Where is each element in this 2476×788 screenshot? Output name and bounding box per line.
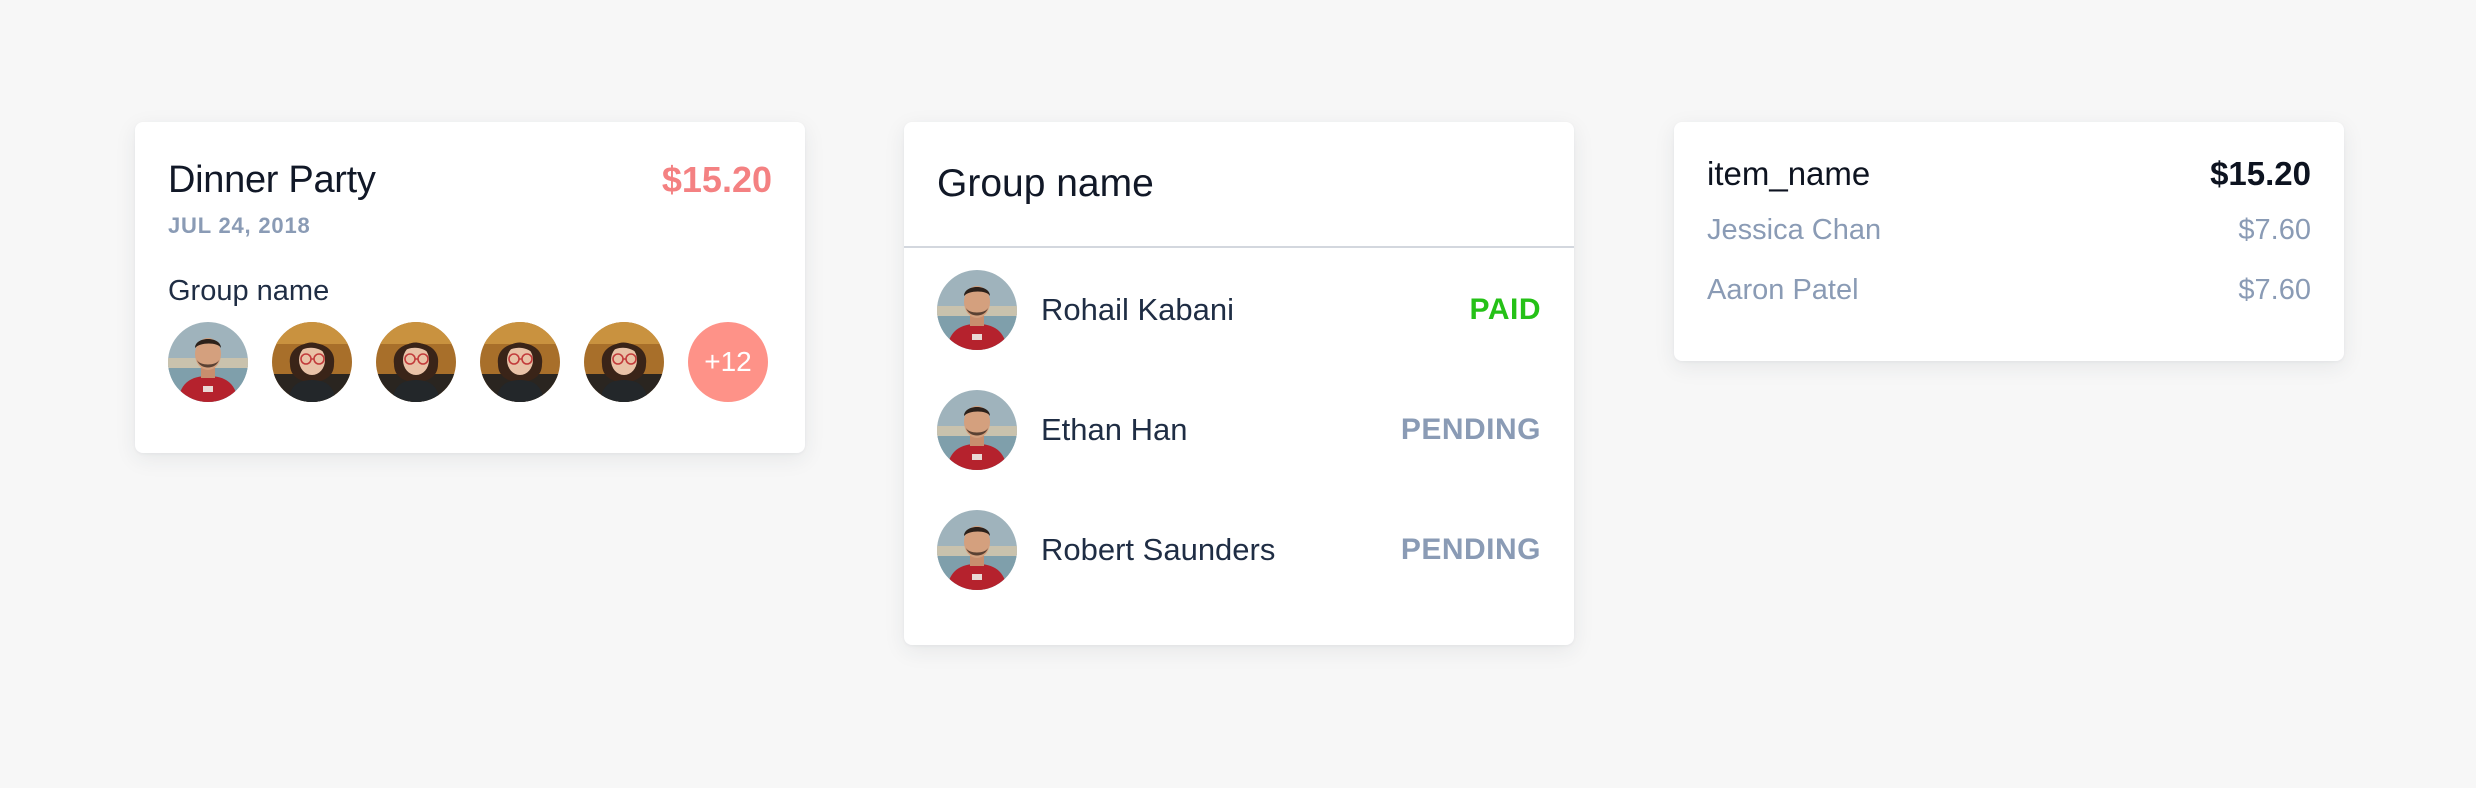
event-amount: $15.20 [661, 159, 772, 200]
event-date: JUL 24, 2018 [168, 213, 311, 238]
split-person-name: Jessica Chan [1707, 213, 1882, 246]
group-label: Group name [168, 275, 330, 307]
member-row[interactable]: Ethan Han PENDING [904, 370, 1574, 490]
woman-avatar[interactable] [480, 322, 560, 402]
status-badge: PENDING [1400, 413, 1541, 446]
member-name: Rohail Kabani [1041, 292, 1235, 327]
group-members-card: Group name Rohail Kabani PAID Ethan Han … [904, 122, 1574, 645]
man-avatar[interactable] [168, 322, 248, 402]
man-avatar [937, 510, 1017, 590]
member-list: Rohail Kabani PAID Ethan Han PENDING Rob… [904, 250, 1574, 610]
item-split-card[interactable]: item_name $15.20 Jessica Chan $7.60 Aaro… [1674, 122, 2344, 361]
event-header: Dinner Party $15.20 [168, 155, 772, 205]
woman-avatar[interactable] [376, 322, 456, 402]
member-avatar-row: +12 [168, 322, 772, 402]
woman-avatar[interactable] [272, 322, 352, 402]
split-row: Jessica Chan $7.60 [1707, 200, 2311, 260]
event-title: Dinner Party [168, 158, 376, 201]
more-members-badge[interactable]: +12 [688, 322, 768, 402]
member-row[interactable]: Robert Saunders PENDING [904, 490, 1574, 610]
group-title: Group name [937, 162, 1154, 205]
man-avatar [937, 270, 1017, 350]
member-name: Robert Saunders [1041, 532, 1276, 567]
group-header: Group name [904, 122, 1574, 248]
split-amount: $7.60 [2238, 273, 2311, 306]
split-amount: $7.60 [2238, 213, 2311, 246]
item-price: $15.20 [2210, 155, 2311, 192]
split-row: Aaron Patel $7.60 [1707, 260, 2311, 320]
man-avatar [937, 390, 1017, 470]
member-name: Ethan Han [1041, 412, 1188, 447]
member-row[interactable]: Rohail Kabani PAID [904, 250, 1574, 370]
item-header: item_name $15.20 [1707, 148, 2311, 200]
item-name: item_name [1707, 155, 1871, 192]
split-person-name: Aaron Patel [1707, 273, 1859, 306]
woman-avatar[interactable] [584, 322, 664, 402]
status-badge: PENDING [1400, 533, 1541, 566]
event-summary-card[interactable]: Dinner Party $15.20 JUL 24, 2018 Group n… [135, 122, 805, 453]
status-badge: PAID [1469, 293, 1541, 326]
